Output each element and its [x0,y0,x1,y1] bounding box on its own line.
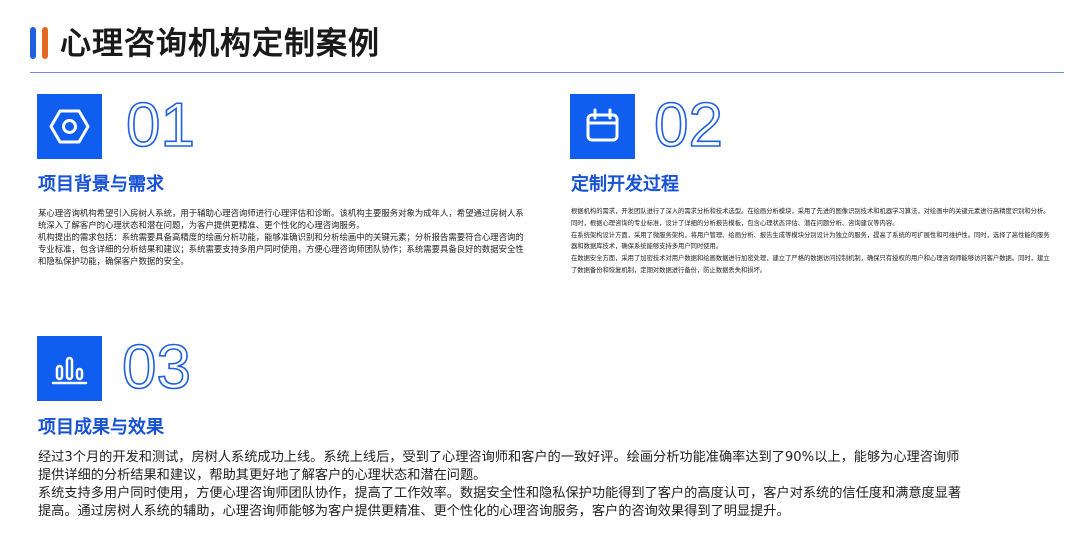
section-1-number-text: 01 [126,92,195,157]
bar-chart-icon [51,356,88,385]
section-2-number-text: 02 [654,92,723,157]
section-2-heading: 定制开发过程 [571,174,679,195]
section-3-paragraph: 经过3个月的开发和测试，房树人系统成功上线。系统上线后，受到了心理咨询师和客户的… [38,450,960,483]
section-3-body: 经过3个月的开发和测试，房树人系统成功上线。系统上线后，受到了心理咨询师和客户的… [38,449,970,521]
section-2-paragraph: 在数据安全方面，采用了加密技术对用户数据和绘画数据进行加密处理，建立了严格的数据… [571,255,1050,274]
accent-bar-blue [30,27,36,59]
section-2-body: 根据机构的需求，开发团队进行了深入的需求分析和技术选型。在绘画分析模块，采用了先… [571,206,1055,277]
title-accent-bars [30,27,50,59]
section-1-body: 某心理咨询机构希望引入房树人系统，用于辅助心理咨询师进行心理评估和诊断。该机构主… [38,207,524,267]
section-1-paragraph: 某心理咨询机构希望引入房树人系统，用于辅助心理咨询师进行心理评估和诊断。该机构主… [38,208,524,230]
section-3-paragraph: 系统支持多用户同时使用，方便心理咨询师团队协作，提高了工作效率。数据安全性和隐私… [38,486,962,519]
hexagon-nut-icon [49,109,90,144]
section-3-number: 03 [122,334,197,399]
section-1-heading: 项目背景与需求 [38,174,164,195]
title-divider [30,72,1064,73]
section-1-paragraph: 机构提出的需求包括：系统需要具备高精度的绘画分析功能，能够准确识别和分析绘画中的… [38,232,524,266]
section-1-number: 01 [126,92,196,157]
page-title: 心理咨询机构定制案例 [60,26,380,62]
section-2-paragraph: 在系统架构设计方面，采用了微服务架构，将用户管理、绘画分析、报告生成等模块分别设… [571,231,1050,251]
section-3-heading: 项目成果与效果 [38,417,164,438]
section-1-icon-tile [37,94,102,159]
section-3-number-text: 03 [122,334,191,399]
section-3-icon-tile [37,336,102,401]
accent-bar-orange [42,27,48,59]
section-2-icon-tile [570,94,635,159]
section-2-paragraph: 根据机构的需求，开发团队进行了深入的需求分析和技术选型。在绘画分析模块，采用了先… [571,208,1050,227]
section-2-number: 02 [654,92,729,157]
calendar-icon [586,108,619,142]
